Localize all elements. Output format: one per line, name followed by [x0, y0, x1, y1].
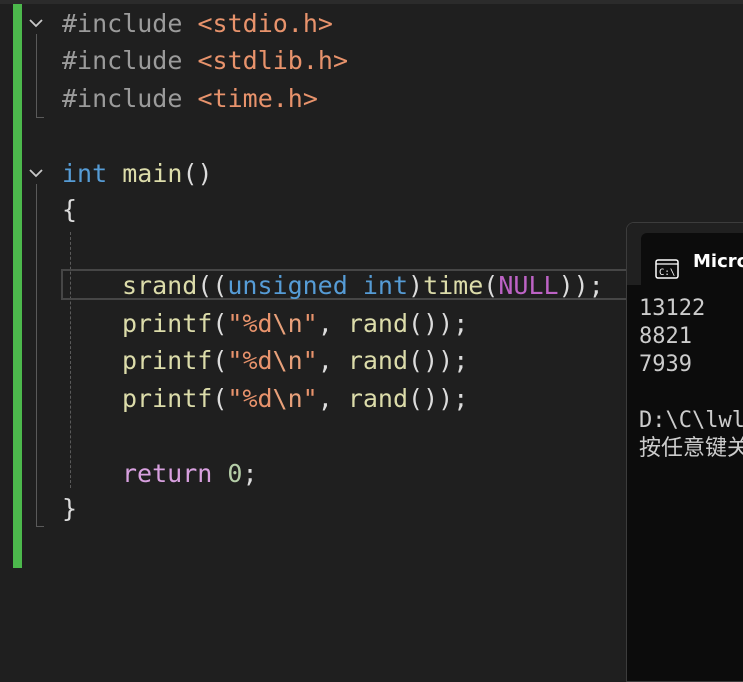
punctuation: (): [182, 159, 213, 188]
format-specifier: %d: [242, 309, 273, 338]
type-keyword: int: [62, 159, 108, 188]
macro-name: NULL: [498, 271, 559, 300]
code-line-printf[interactable]: printf("%d\n", rand());: [122, 380, 468, 417]
function-name: time: [423, 271, 484, 300]
console-tab[interactable]: C:\ Microsoft Visual Studio 调试控制台: [641, 233, 743, 285]
fold-region-end: [36, 526, 44, 527]
string-literal: ": [302, 346, 318, 375]
function-name: printf: [122, 346, 213, 375]
code-line-close-brace[interactable]: }: [62, 490, 77, 527]
punctuation: ());: [408, 346, 469, 375]
code-line-srand[interactable]: srand((unsigned int)time(NULL));: [122, 267, 604, 304]
punctuation: ): [408, 271, 424, 300]
console-window-icon: C:\: [655, 259, 679, 279]
punctuation: (: [212, 346, 228, 375]
code-line-printf[interactable]: printf("%d\n", rand());: [122, 305, 468, 342]
change-indicator-bar: [13, 4, 22, 568]
include-header: <stdlib.h>: [197, 46, 348, 75]
punctuation: }: [62, 494, 78, 523]
punctuation: {: [62, 195, 78, 224]
string-literal: ": [227, 309, 243, 338]
punctuation: (: [483, 271, 499, 300]
console-output-line: 按任意键关闭此窗口. . .: [639, 436, 743, 461]
format-specifier: %d: [242, 346, 273, 375]
console-output-line: 7939: [639, 352, 692, 377]
console-titlebar[interactable]: C:\ Microsoft Visual Studio 调试控制台: [627, 223, 743, 285]
escape-sequence: \n: [272, 309, 303, 338]
escape-sequence: \n: [272, 384, 303, 413]
preprocessor-directive: #include: [62, 84, 183, 113]
code-line-return[interactable]: return 0;: [122, 455, 258, 492]
console-output-line: 8821: [639, 324, 692, 349]
type-keyword: unsigned: [227, 271, 348, 300]
punctuation: ;: [242, 459, 258, 488]
include-header: <time.h>: [197, 84, 318, 113]
escape-sequence: \n: [272, 346, 303, 375]
control-keyword: return: [122, 459, 213, 488]
debug-console-window[interactable]: C:\ Microsoft Visual Studio 调试控制台 13122 …: [626, 222, 743, 682]
console-output-line: D:\C\lwlcode\Project1\x64\Debug\Project1…: [639, 408, 743, 433]
code-line-printf[interactable]: printf("%d\n", rand());: [122, 342, 468, 379]
string-literal: ": [227, 346, 243, 375]
fold-chevron-includes-icon[interactable]: [28, 15, 44, 31]
fold-region-line: [36, 184, 37, 527]
string-literal: ": [302, 384, 318, 413]
string-literal: ": [227, 384, 243, 413]
punctuation: ));: [558, 271, 604, 300]
code-line-include-stdlib[interactable]: #include <stdlib.h>: [62, 42, 348, 79]
punctuation: ,: [317, 346, 348, 375]
include-header: <stdio.h>: [197, 9, 333, 38]
punctuation: ,: [317, 384, 348, 413]
code-line-main-signature[interactable]: int main(): [62, 155, 213, 192]
function-name: rand: [347, 346, 409, 375]
function-name: srand: [122, 271, 198, 300]
punctuation: (: [212, 384, 228, 413]
format-specifier: %d: [242, 384, 273, 413]
fold-region-end: [36, 117, 44, 118]
function-name: printf: [122, 384, 213, 413]
function-name: rand: [347, 309, 409, 338]
console-title: Microsoft Visual Studio 调试控制台: [693, 251, 743, 272]
fold-region-line: [36, 34, 37, 118]
punctuation: ((: [197, 271, 228, 300]
console-output-line: 13122: [639, 296, 706, 321]
preprocessor-directive: #include: [62, 46, 183, 75]
punctuation: ());: [408, 309, 469, 338]
code-line-open-brace[interactable]: {: [62, 191, 77, 228]
editor-top-border: [0, 0, 743, 4]
type-keyword: int: [362, 271, 409, 300]
code-line-include-stdio[interactable]: #include <stdio.h>: [62, 5, 333, 42]
preprocessor-directive: #include: [62, 9, 183, 38]
function-name: rand: [347, 384, 409, 413]
punctuation: ,: [317, 309, 348, 338]
code-line-include-time[interactable]: #include <time.h>: [62, 80, 318, 117]
string-literal: ": [302, 309, 318, 338]
function-name: printf: [122, 309, 213, 338]
number-literal: 0: [227, 459, 243, 488]
punctuation: (: [212, 309, 228, 338]
function-name: main: [122, 159, 183, 188]
svg-text:C:\: C:\: [659, 268, 675, 278]
fold-chevron-main-icon[interactable]: [28, 165, 44, 181]
punctuation: ());: [408, 384, 469, 413]
